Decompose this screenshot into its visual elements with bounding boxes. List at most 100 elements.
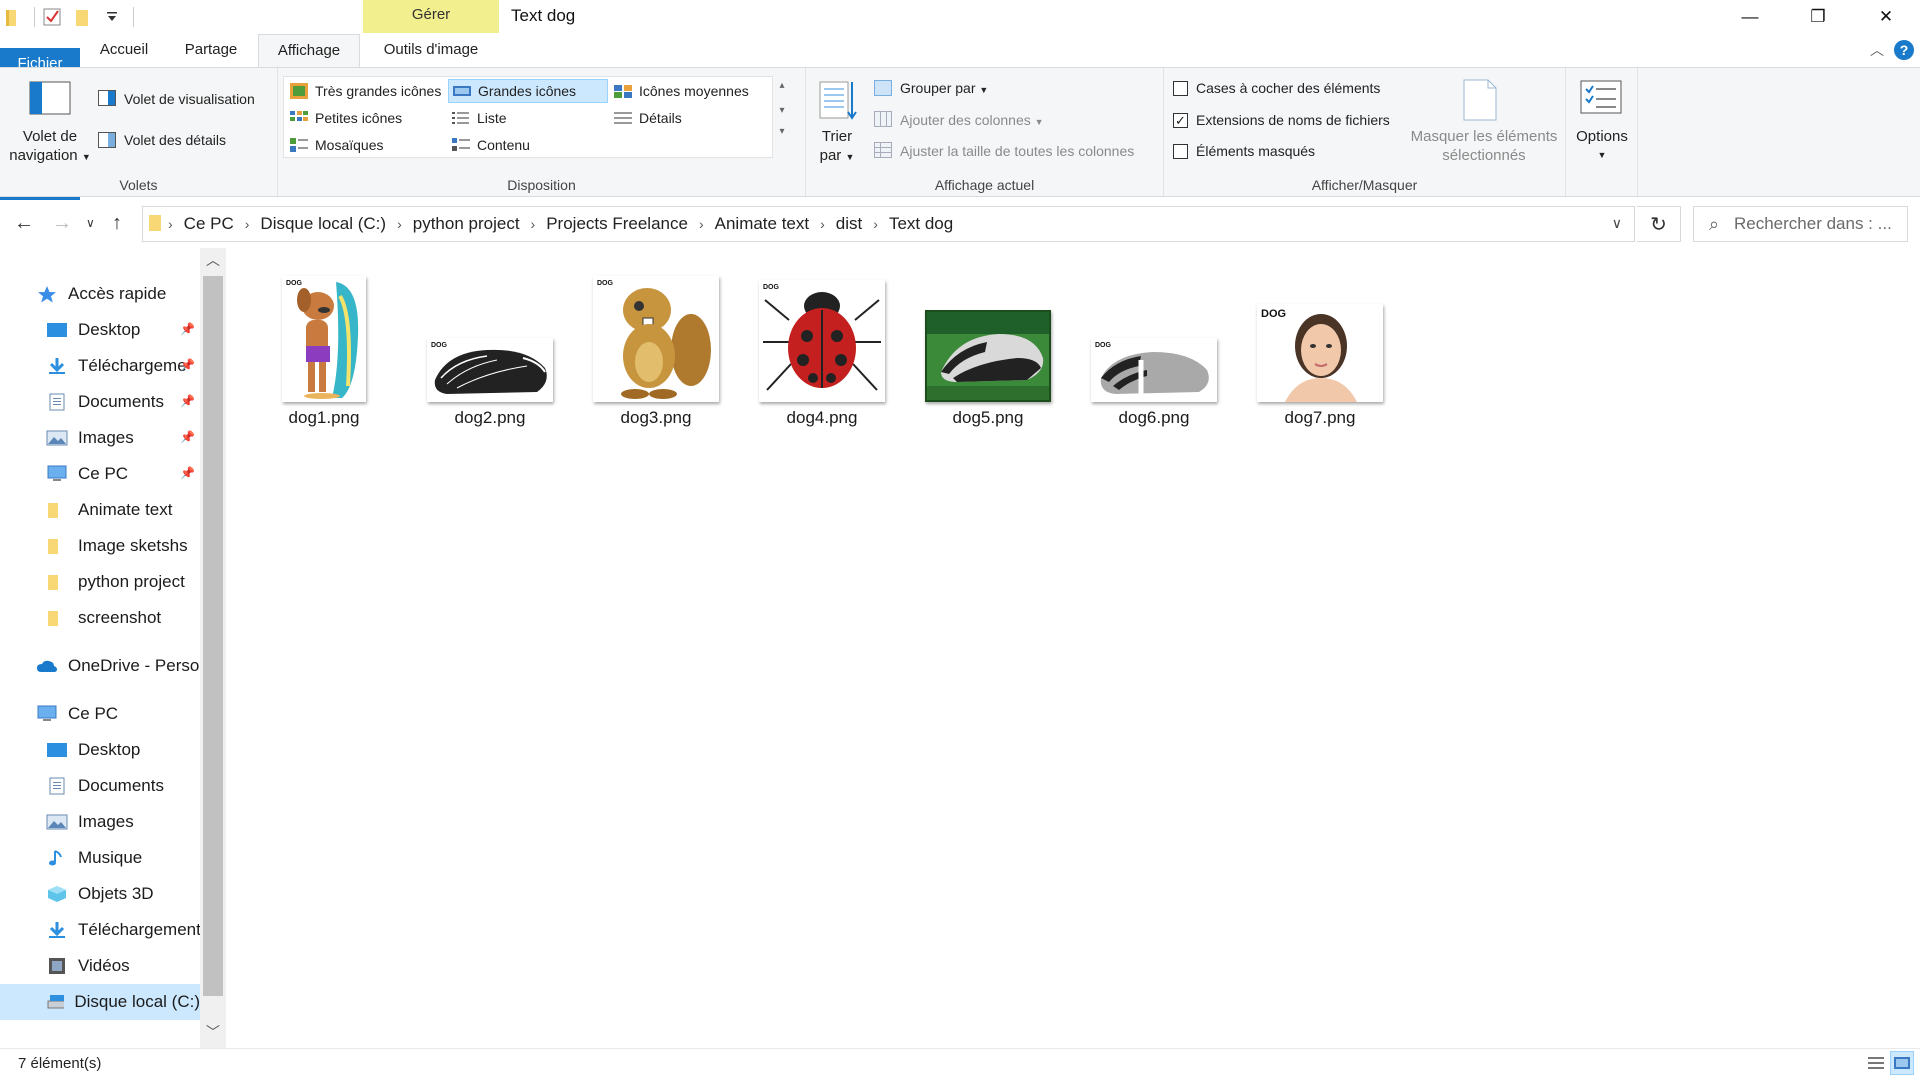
hidden-items-checkbox[interactable] (1173, 144, 1188, 159)
help-icon[interactable]: ? (1894, 40, 1914, 60)
nav-item-downloads[interactable]: Téléchargeme (46, 348, 187, 384)
details-view-button[interactable] (1864, 1051, 1888, 1075)
gallery-more-icon[interactable]: ▾ (773, 126, 791, 137)
pin-icon[interactable]: 📌 (180, 322, 195, 336)
tab-share[interactable]: Partage (172, 34, 250, 67)
nav-item-documents-pc[interactable]: Documents (46, 768, 164, 804)
tab-home[interactable]: Accueil (88, 34, 160, 67)
address-dropdown-icon[interactable]: ∨ (1612, 215, 1622, 232)
scroll-up-icon[interactable]: ▴ (773, 80, 791, 91)
scrollbar-thumb[interactable] (203, 276, 223, 996)
nav-item-python-project[interactable]: python project (46, 564, 185, 600)
layout-list[interactable]: Liste (448, 106, 608, 130)
nav-item-videos[interactable]: Vidéos (46, 948, 130, 984)
nav-item-onedrive[interactable]: OneDrive - Person (36, 648, 209, 684)
layout-large-icons[interactable]: Grandes icônes (448, 79, 608, 103)
file-item[interactable]: DOG dog4.png (747, 262, 897, 432)
nav-item-images-pc[interactable]: Images (46, 804, 134, 840)
nav-item-desktop[interactable]: Desktop (46, 312, 140, 348)
file-item[interactable]: dog5.png (913, 262, 1063, 432)
tab-view[interactable]: Affichage (258, 34, 360, 68)
chevron-right-icon[interactable]: › (392, 216, 407, 232)
properties-icon[interactable] (39, 4, 65, 30)
pin-icon[interactable]: 📌 (180, 358, 195, 372)
add-columns-button[interactable]: Ajouter des colonnes ▼ (900, 112, 1044, 128)
chevron-right-icon[interactable]: › (694, 216, 709, 232)
restore-button[interactable]: ❐ (1784, 0, 1852, 34)
preview-pane-button[interactable]: Volet de visualisation (124, 91, 255, 107)
fit-columns-icon (874, 142, 892, 163)
fit-columns-button[interactable]: Ajuster la taille de toutes les colonnes (900, 143, 1134, 159)
breadcrumb-python-project[interactable]: python project (407, 214, 526, 234)
navigation-pane-button[interactable]: Volet de navigation ▼ (4, 127, 96, 167)
nav-item-screenshot[interactable]: screenshot (46, 600, 161, 636)
file-item[interactable]: DOG dog6.png (1079, 262, 1229, 432)
address-bar[interactable]: › Ce PC › Disque local (C:) › python pro… (142, 206, 1635, 242)
pin-icon[interactable]: 📌 (180, 430, 195, 444)
sort-by-button[interactable]: Trier par ▼ (810, 127, 864, 167)
scroll-up-icon[interactable]: ︿ (200, 248, 226, 272)
minimize-button[interactable]: — (1716, 0, 1784, 34)
nav-item-3d-objects[interactable]: Objets 3D (46, 876, 154, 912)
layout-details[interactable]: Détails (610, 106, 770, 130)
tiles-icon (290, 138, 308, 152)
group-by-button[interactable]: Grouper par ▼ (900, 80, 988, 96)
nav-item-image-sketshs[interactable]: Image sketshs (46, 528, 188, 564)
nav-item-quick-access[interactable]: Accès rapide (36, 276, 166, 312)
file-extensions-checkbox[interactable]: ✓ (1173, 113, 1188, 128)
options-button[interactable]: Options ▼ (1566, 127, 1638, 165)
nav-item-animate-text[interactable]: Animate text (46, 492, 173, 528)
new-folder-icon[interactable] (69, 4, 95, 30)
nav-item-downloads-pc[interactable]: Téléchargements (46, 912, 209, 948)
customize-qat-icon[interactable] (99, 4, 125, 30)
nav-item-documents[interactable]: Documents (46, 384, 164, 420)
nav-item-desktop-pc[interactable]: Desktop (46, 732, 140, 768)
breadcrumb-animate-text[interactable]: Animate text (709, 214, 816, 234)
breadcrumb-projects-freelance[interactable]: Projects Freelance (540, 214, 694, 234)
up-button[interactable]: ↑ (112, 212, 122, 235)
breadcrumb-local-disk[interactable]: Disque local (C:) (254, 214, 392, 234)
forward-button[interactable]: → (52, 212, 72, 235)
close-button[interactable]: ✕ (1852, 0, 1920, 34)
file-item[interactable]: DOG dog3.png (581, 262, 731, 432)
hide-selected-button[interactable]: Masquer les éléments sélectionnés (1404, 127, 1564, 165)
layout-content[interactable]: Contenu (448, 133, 608, 157)
search-box[interactable]: ⌕ Rechercher dans : ... (1693, 206, 1908, 242)
divider (34, 7, 35, 27)
item-checkboxes-checkbox[interactable] (1173, 81, 1188, 96)
quick-access-toolbar (0, 4, 138, 30)
refresh-button[interactable]: ↻ (1637, 206, 1681, 242)
breadcrumb-dist[interactable]: dist (830, 214, 868, 234)
gallery-scroll[interactable]: ▴ ▾ ▾ (773, 76, 791, 158)
scroll-down-icon[interactable]: ▾ (773, 105, 791, 116)
layout-small-icons[interactable]: Petites icônes (286, 106, 446, 130)
file-item[interactable]: DOG dog2.png (415, 262, 565, 432)
breadcrumb-text-dog[interactable]: Text dog (883, 214, 959, 234)
navigation-scrollbar[interactable]: ︿ ﹀ (200, 248, 226, 1048)
navigation-pane: Accès rapide Desktop 📌 Téléchargeme 📌 Do… (0, 248, 226, 1048)
file-item[interactable]: DOG dog7.png (1245, 262, 1395, 432)
tab-image-tools[interactable]: Outils d'image (363, 34, 499, 67)
chevron-right-icon[interactable]: › (526, 216, 541, 232)
chevron-right-icon[interactable]: › (868, 216, 883, 232)
breadcrumb-this-pc[interactable]: Ce PC (178, 214, 240, 234)
layout-extra-large-icons[interactable]: Très grandes icônes (286, 79, 446, 103)
nav-item-this-pc-pinned[interactable]: Ce PC (46, 456, 128, 492)
pin-icon[interactable]: 📌 (180, 394, 195, 408)
file-item[interactable]: DOG dog1.png (249, 262, 399, 432)
details-pane-button[interactable]: Volet des détails (124, 132, 226, 148)
pin-icon[interactable]: 📌 (180, 466, 195, 480)
collapse-ribbon-icon[interactable]: ︿ (1870, 40, 1884, 60)
chevron-right-icon[interactable]: › (815, 216, 830, 232)
back-button[interactable]: ← (14, 212, 34, 235)
large-icons-view-button[interactable] (1890, 1051, 1914, 1075)
recent-locations-button[interactable]: ∨ (86, 216, 95, 230)
chevron-right-icon[interactable]: › (240, 216, 255, 232)
layout-tiles[interactable]: Mosaïques (286, 133, 446, 157)
nav-item-this-pc[interactable]: Ce PC (36, 696, 118, 732)
layout-medium-icons[interactable]: Icônes moyennes (610, 79, 770, 103)
nav-item-images[interactable]: Images (46, 420, 134, 456)
nav-item-local-disk[interactable]: Disque local (C:) (0, 984, 200, 1020)
scroll-down-icon[interactable]: ﹀ (200, 1020, 226, 1044)
nav-item-music[interactable]: Musique (46, 840, 142, 876)
